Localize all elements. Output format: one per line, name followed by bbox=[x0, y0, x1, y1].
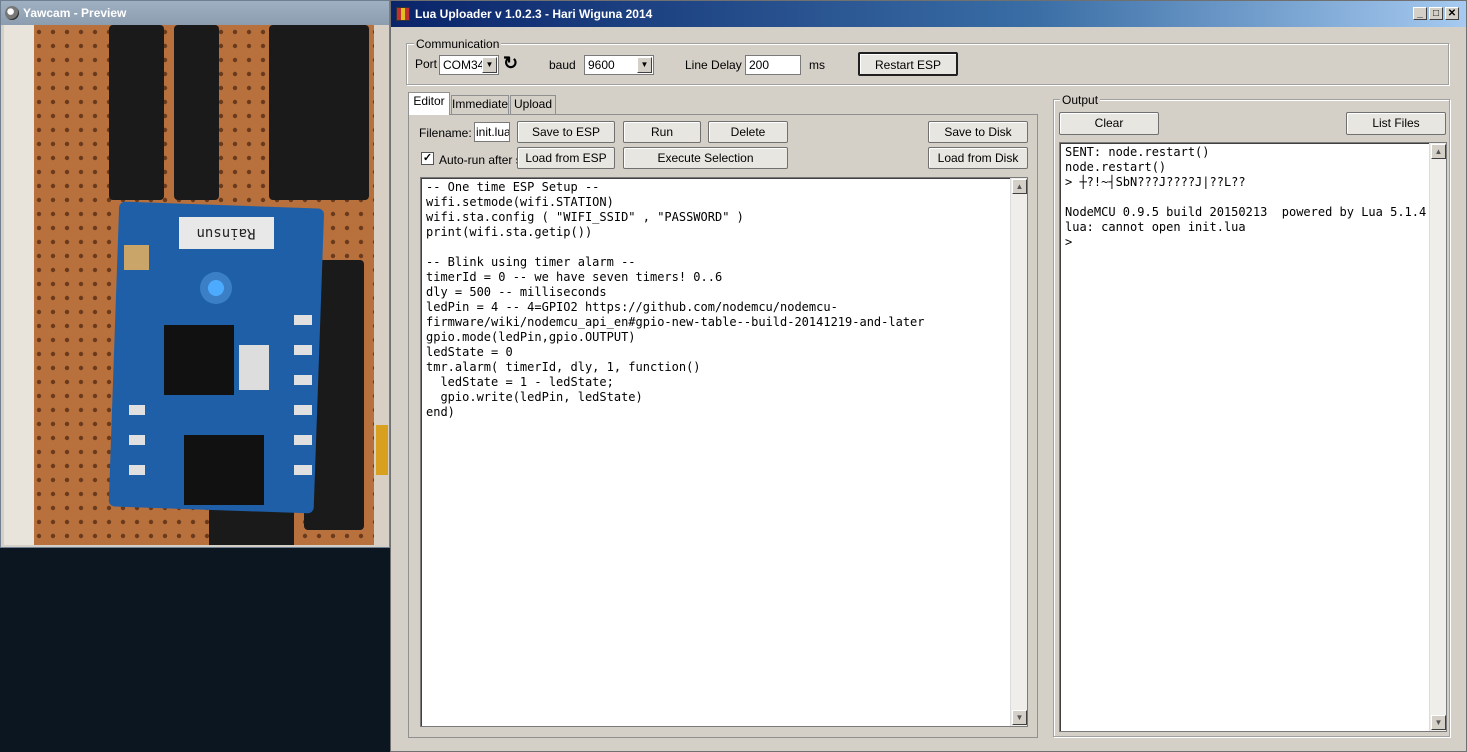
output-text: SENT: node.restart() node.restart() > ┼?… bbox=[1065, 145, 1427, 249]
tab-upload[interactable]: Upload bbox=[510, 95, 556, 114]
clear-button[interactable]: Clear bbox=[1059, 112, 1159, 135]
port-select[interactable]: COM34 ▼ bbox=[439, 55, 499, 75]
restart-esp-button[interactable]: Restart ESP bbox=[858, 52, 958, 76]
port-label: Port bbox=[415, 57, 438, 71]
scroll-up-icon[interactable]: ▲ bbox=[1012, 179, 1027, 194]
lua-uploader-window: Lua Uploader v 1.0.2.3 - Hari Wiguna 201… bbox=[390, 0, 1467, 752]
camera-preview: Rainsun bbox=[4, 25, 388, 545]
run-button[interactable]: Run bbox=[623, 121, 701, 143]
code-editor[interactable]: -- One time ESP Setup -- wifi.setmode(wi… bbox=[420, 177, 1028, 727]
save-to-esp-button[interactable]: Save to ESP bbox=[517, 121, 615, 143]
output-console[interactable]: SENT: node.restart() node.restart() > ┼?… bbox=[1059, 142, 1447, 732]
desktop-background bbox=[0, 548, 390, 752]
autorun-checkbox[interactable]: ✓ bbox=[421, 152, 434, 165]
svg-text:Rainsun: Rainsun bbox=[196, 225, 255, 241]
output-label: Output bbox=[1060, 93, 1101, 107]
execute-selection-button[interactable]: Execute Selection bbox=[623, 147, 788, 169]
code-text[interactable]: -- One time ESP Setup -- wifi.setmode(wi… bbox=[426, 180, 925, 420]
close-button[interactable]: ✕ bbox=[1445, 7, 1459, 20]
minimize-button[interactable]: _ bbox=[1413, 7, 1427, 20]
baud-value: 9600 bbox=[588, 58, 615, 72]
lua-title-bar[interactable]: Lua Uploader v 1.0.2.3 - Hari Wiguna 201… bbox=[391, 1, 1466, 27]
line-delay-unit: ms bbox=[809, 58, 825, 72]
save-to-disk-button[interactable]: Save to Disk bbox=[928, 121, 1028, 143]
baud-select[interactable]: 9600 ▼ bbox=[584, 55, 654, 75]
check-icon: ✓ bbox=[422, 152, 433, 164]
yawcam-title: Yawcam - Preview bbox=[23, 6, 127, 20]
window-title: Lua Uploader v 1.0.2.3 - Hari Wiguna 201… bbox=[415, 7, 653, 21]
camera-image: Rainsun bbox=[4, 25, 388, 545]
line-delay-label: Line Delay bbox=[685, 58, 742, 72]
webcam-icon bbox=[5, 6, 19, 20]
load-from-disk-button[interactable]: Load from Disk bbox=[928, 147, 1028, 169]
tab-editor[interactable]: Editor bbox=[408, 92, 450, 115]
load-from-esp-button[interactable]: Load from ESP bbox=[517, 147, 615, 169]
chevron-down-icon: ▼ bbox=[482, 57, 497, 73]
scroll-down-icon[interactable]: ▼ bbox=[1431, 715, 1446, 730]
list-files-button[interactable]: List Files bbox=[1346, 112, 1446, 135]
chevron-down-icon: ▼ bbox=[637, 57, 652, 73]
scroll-down-icon[interactable]: ▼ bbox=[1012, 710, 1027, 725]
output-scrollbar[interactable]: ▲ ▼ bbox=[1429, 143, 1446, 731]
filename-label: Filename: bbox=[419, 126, 472, 140]
line-delay-input[interactable]: 200 bbox=[745, 55, 801, 75]
yawcam-window: Yawcam - Preview Rainsun bbox=[0, 0, 390, 548]
maximize-button[interactable]: □ bbox=[1429, 7, 1443, 20]
app-icon bbox=[396, 7, 410, 21]
tab-immediate[interactable]: Immediate bbox=[451, 95, 509, 114]
refresh-icon[interactable]: ↻ bbox=[503, 53, 518, 74]
port-value: COM34 bbox=[443, 58, 485, 72]
communication-label: Communication bbox=[414, 37, 502, 51]
autorun-label: Auto-run after sa bbox=[439, 153, 517, 167]
yawcam-title-bar[interactable]: Yawcam - Preview bbox=[1, 1, 389, 25]
editor-scrollbar[interactable]: ▲ ▼ bbox=[1010, 178, 1027, 726]
filename-input[interactable]: init.lua bbox=[474, 122, 510, 142]
baud-label: baud bbox=[549, 58, 576, 72]
delete-button[interactable]: Delete bbox=[708, 121, 788, 143]
scroll-up-icon[interactable]: ▲ bbox=[1431, 144, 1446, 159]
